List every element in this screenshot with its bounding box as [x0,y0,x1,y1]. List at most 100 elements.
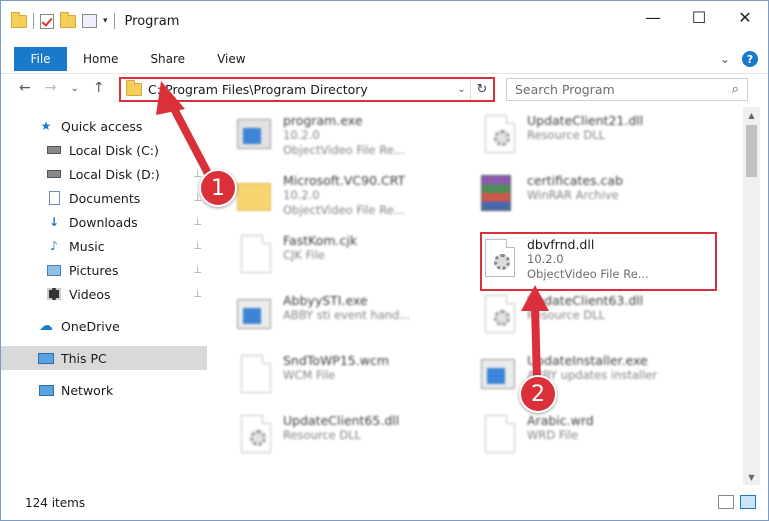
pin-icon[interactable]: ⊥ [193,217,202,228]
file-name: UpdateClient21.dll [527,113,644,128]
file-name: UpdateClient65.dll [283,413,400,428]
folder-icon [11,11,27,28]
large-icons-view-icon[interactable] [740,495,756,509]
sidebar-item-label: Local Disk (D:) [69,166,160,182]
file-name: UpdateInstaller.exe [527,353,648,368]
scroll-up-icon[interactable]: ▲ [743,107,760,123]
file-type: WinRAR Archive [527,188,619,202]
back-button[interactable]: ← [19,80,31,96]
sidebar-item-this-pc[interactable]: This PC [1,346,207,370]
list-item[interactable]: UpdateClient65.dll Resource DLL [237,409,477,463]
sidebar-item-label: Local Disk (C:) [69,142,159,158]
file-name: AbbyySTI.exe [283,293,368,308]
downloads-icon: ↓ [48,215,60,229]
list-item[interactable]: Arabic.wrd WRD File [481,409,721,463]
title-bar: ▾ Program — ☐ ✕ [1,1,768,41]
file-type: Resource DLL [283,428,362,442]
document-icon [237,235,275,279]
computer-icon [37,350,55,366]
navigation-pane: ★ Quick access Local Disk (C:) ⊥ Local D… [1,107,207,485]
file-description: ObjectVideo File Re... [283,143,405,157]
refresh-icon[interactable]: ↻ [471,82,493,97]
file-name: FastKom.cjk [283,233,358,248]
new-folder-icon[interactable] [60,11,76,28]
divider [33,13,34,29]
file-type: WRD File [527,428,579,442]
address-bar[interactable]: C:\Program Files\Program Directory ⌄ ↻ [119,77,495,102]
sidebar-item-network[interactable]: Network [1,378,207,402]
highlight-box [480,232,717,291]
details-view-icon[interactable] [718,495,734,509]
quick-access-toolbar: ▾ [11,11,115,29]
file-type: CJK File [283,248,325,262]
tab-home[interactable]: Home [67,45,134,73]
search-box[interactable]: Search Program ⌕ [506,78,748,101]
address-dropdown-icon[interactable]: ⌄ [453,79,471,100]
file-type: Resource DLL [527,308,606,322]
qat-dropdown-icon[interactable]: ▾ [103,16,108,26]
music-icon: ♪ [50,239,58,253]
sidebar-item-label: Videos [69,286,111,302]
address-path[interactable]: C:\Program Files\Program Directory [148,82,453,97]
list-item[interactable]: Microsoft.VC90.CRT 10.2.0 ObjectVideo File… [237,169,477,223]
sidebar-item-pictures[interactable]: Pictures ⊥ [1,258,207,282]
list-item[interactable]: UpdateInstaller.exe ABBY updates installe… [481,349,721,403]
list-item[interactable]: certificates.cab WinRAR Archive [481,169,721,223]
sidebar-item-local-disk-d[interactable]: Local Disk (D:) ⊥ [1,162,207,186]
sidebar-item-quick-access[interactable]: ★ Quick access [1,114,207,138]
dll-icon [481,295,519,339]
file-version: 10.2.0 [283,188,320,202]
window-title: Program [124,13,180,29]
step-marker-2: 2 [519,375,557,413]
list-item[interactable]: UpdateClient21.dll Resource DLL [481,109,721,163]
folder-icon [237,175,275,219]
help-icon[interactable]: ? [742,51,758,67]
pin-icon[interactable]: ⊥ [193,265,202,276]
expand-ribbon-icon[interactable]: ⌄ [720,52,730,66]
scroll-down-icon[interactable]: ▼ [743,469,760,485]
step-marker-1: 1 [199,169,237,207]
list-item[interactable]: UpdateClient63.dll Resource DLL [481,289,721,343]
tab-share[interactable]: Share [134,45,201,73]
recent-locations-icon[interactable]: ⌄ [70,83,78,94]
pin-icon[interactable]: ⊥ [193,145,202,156]
dll-icon [481,115,519,159]
forward-button[interactable]: → [45,80,57,96]
pin-icon[interactable]: ⊥ [193,241,202,252]
documents-icon [45,190,63,206]
customize-icon[interactable] [82,14,97,28]
sidebar-item-onedrive[interactable]: ☁ OneDrive [1,314,207,338]
explorer-window: ▾ Program — ☐ ✕ File Home Share View ⌄ ?… [0,0,769,521]
maximize-button[interactable]: ☐ [676,1,722,33]
archive-icon [481,175,519,219]
minimize-button[interactable]: — [630,1,676,33]
tab-file[interactable]: File [14,47,67,71]
sidebar-item-documents[interactable]: Documents ⊥ [1,186,207,210]
sidebar-item-local-disk-c[interactable]: Local Disk (C:) ⊥ [1,138,207,162]
document-icon [481,415,519,459]
document-icon [237,355,275,399]
sidebar-item-music[interactable]: ♪ Music ⊥ [1,234,207,258]
file-type: WCM File [283,368,336,382]
sidebar-item-videos[interactable]: Videos ⊥ [1,282,207,306]
search-input[interactable]: Search Program [515,82,732,97]
pin-icon[interactable]: ⊥ [193,289,202,300]
up-button[interactable]: ↑ [93,80,105,96]
scrollbar-thumb[interactable] [746,125,757,177]
network-icon [37,382,55,398]
sidebar-item-label: Music [69,238,105,254]
sidebar-item-label: Quick access [61,118,143,134]
sidebar-item-label: Network [61,382,114,398]
list-item[interactable]: FastKom.cjk CJK File [237,229,477,283]
list-item[interactable]: SndToWP15.wcm WCM File [237,349,477,403]
sidebar-item-downloads[interactable]: ↓ Downloads ⊥ [1,210,207,234]
file-description: ABBY sti event hand... [283,308,411,322]
navigation-bar: ← → ⌄ ↑ C:\Program Files\Program Directo… [1,73,768,105]
vertical-scrollbar[interactable]: ▲ ▼ [743,107,760,485]
file-name: SndToWP15.wcm [283,353,389,368]
properties-check-icon[interactable] [40,13,54,29]
list-item[interactable]: program.exe 10.2.0 ObjectVideo File Re... [237,109,477,163]
close-button[interactable]: ✕ [722,1,768,33]
tab-view[interactable]: View [201,45,261,73]
list-item[interactable]: AbbyySTI.exe ABBY sti event hand... [237,289,477,343]
